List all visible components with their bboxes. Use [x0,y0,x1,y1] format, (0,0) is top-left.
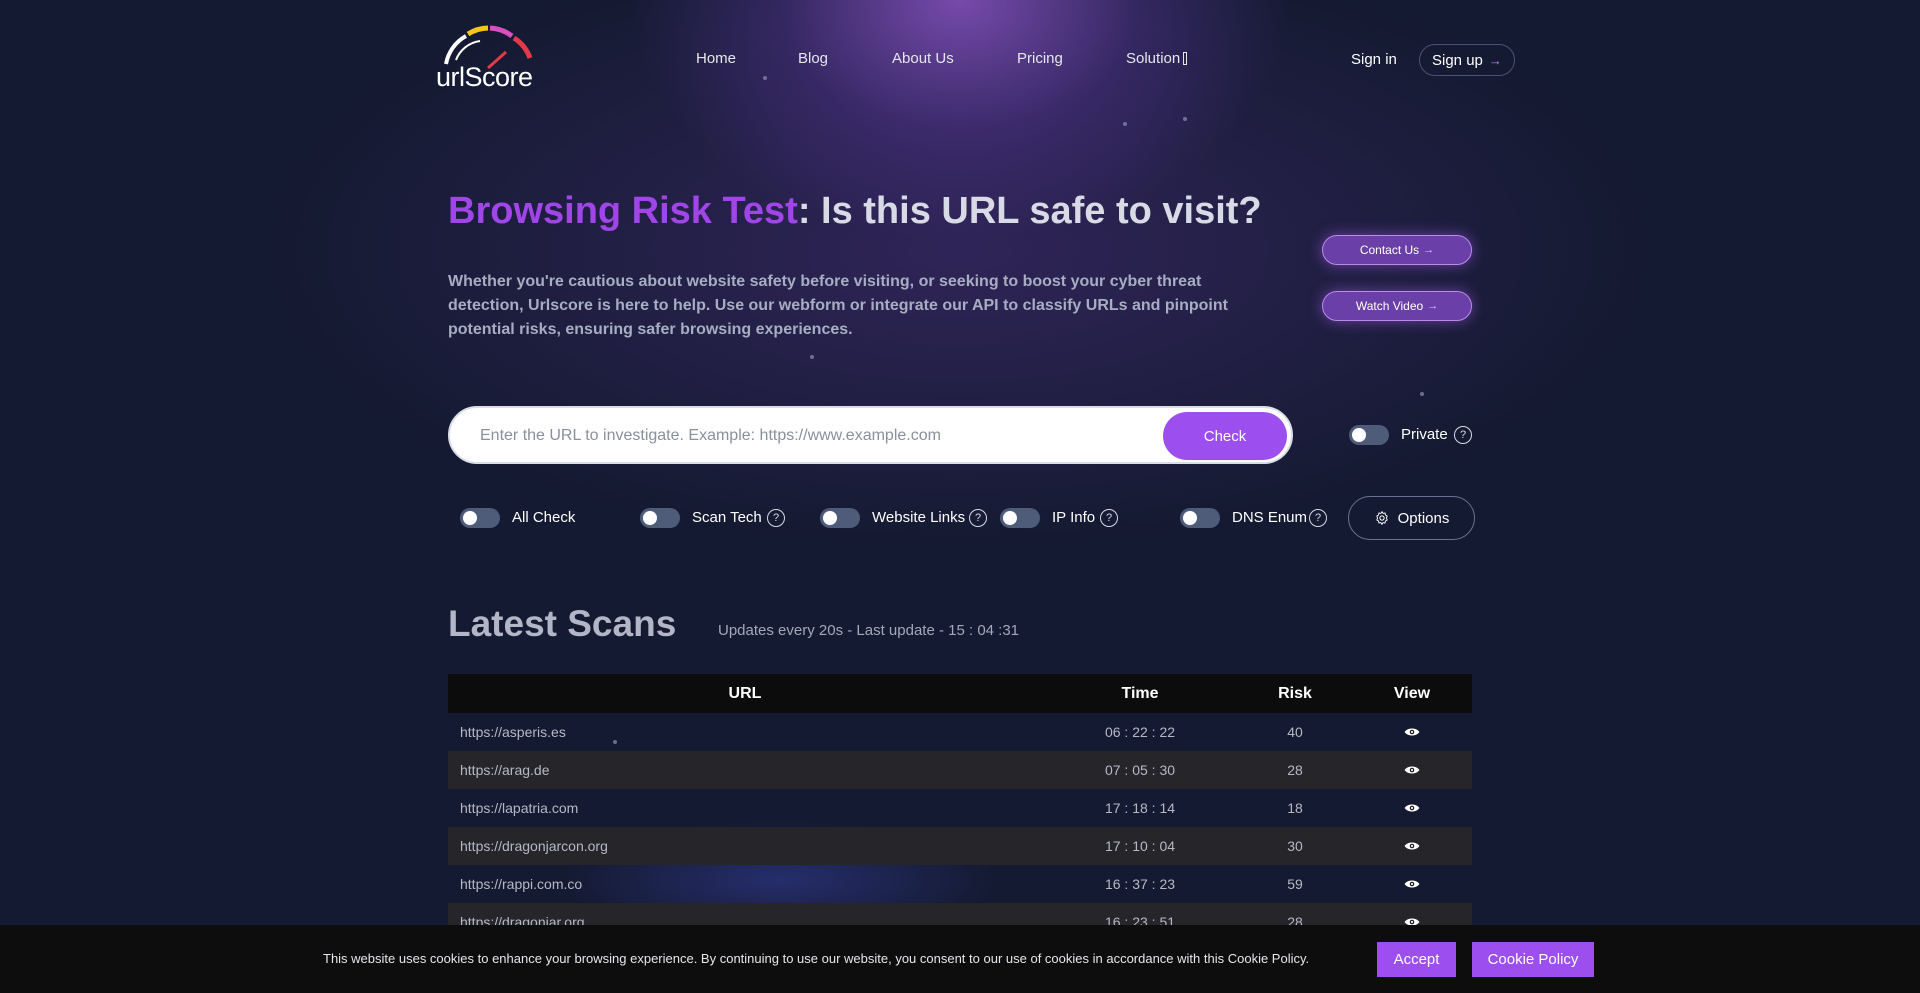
watch-video-label: Watch Video [1355,299,1424,313]
all-check-label: All Check [512,509,576,526]
column-header-url: URL [728,684,762,702]
nav-solution-label: Solution [1126,50,1181,67]
latest-scans-title: Latest Scans [448,603,677,644]
scan-risk: 18 [1287,800,1303,816]
star-dot [1123,122,1127,126]
eye-icon[interactable] [1404,802,1420,814]
view-cell [1352,726,1472,738]
column-header-risk: Risk [1278,684,1312,702]
scan-url[interactable]: https://asperis.es [448,724,1042,740]
table-header: URL Time Risk View [448,674,1472,713]
scan-tech-toggle[interactable] [640,508,680,528]
help-icon[interactable]: ? [767,509,785,527]
signin-link[interactable]: Sign in [1351,51,1397,68]
column-header-time: Time [1121,684,1159,702]
table-row: https://asperis.es 06 : 22 : 22 40 [448,713,1472,751]
view-cell [1352,764,1472,776]
scan-risk: 59 [1287,876,1303,892]
signup-label: Sign up [1432,51,1483,69]
latest-scans-update-status: Updates every 20s - Last update - 15 : 0… [718,622,1020,639]
table-row: https://arag.de 07 : 05 : 30 28 [448,751,1472,789]
dns-enum-toggle[interactable] [1180,508,1220,528]
arrow-right-icon: → [1427,300,1439,312]
all-check-toggle[interactable] [460,508,500,528]
scan-tech-label: Scan Tech [692,509,762,526]
star-dot [810,355,814,359]
options-button[interactable]: Options [1348,496,1475,540]
nav-blog[interactable]: Blog [798,50,828,67]
scan-time: 17 : 10 : 04 [1104,838,1176,854]
scan-time: 17 : 18 : 14 [1104,800,1176,816]
help-icon[interactable]: ? [1100,509,1118,527]
ip-info-label: IP Info [1052,509,1096,526]
private-toggle[interactable] [1349,425,1389,445]
watch-video-button[interactable]: Watch Video → [1322,291,1472,321]
eye-icon[interactable] [1404,726,1420,738]
scan-risk: 28 [1287,762,1303,778]
scan-url[interactable]: https://arag.de [448,762,1042,778]
help-icon[interactable]: ? [969,509,987,527]
view-cell [1352,802,1472,814]
check-button[interactable]: Check [1163,412,1287,460]
cookie-policy-button[interactable]: Cookie Policy [1472,942,1594,977]
options-label: Options [1397,509,1450,527]
table-row: https://lapatria.com 17 : 18 : 14 18 [448,789,1472,827]
scan-risk: 40 [1287,724,1303,740]
gear-icon [1375,511,1388,525]
contact-us-label: Contact Us [1359,243,1420,257]
scan-url[interactable]: https://rappi.com.co [448,876,1042,892]
accept-cookies-button[interactable]: Accept [1377,942,1456,977]
ip-info-toggle[interactable] [1000,508,1040,528]
url-search-input[interactable] [480,423,1130,449]
private-label: Private [1401,426,1448,443]
column-header-view: View [1393,684,1431,702]
eye-icon[interactable] [1404,878,1420,890]
page-title-rest: : Is this URL safe to visit? [797,190,1262,232]
scan-time: 06 : 22 : 22 [1104,724,1176,740]
website-links-label: Website Links [872,509,966,526]
cookie-text: This website uses cookies to enhance you… [323,951,1310,966]
star-dot [1420,392,1424,396]
eye-icon[interactable] [1404,764,1420,776]
dropdown-icon [1183,52,1188,65]
nav-about-us[interactable]: About Us [892,50,954,67]
main-nav: Home Blog About Us Pricing Solution [0,50,1920,72]
scan-time: 16 : 37 : 23 [1104,876,1176,892]
eye-icon[interactable] [1404,840,1420,852]
view-cell [1352,878,1472,890]
nav-home[interactable]: Home [696,50,736,67]
contact-us-button[interactable]: Contact Us → [1322,235,1472,265]
latest-scans-table: URL Time Risk View https://asperis.es 06 … [448,674,1472,941]
cookie-banner: This website uses cookies to enhance you… [0,925,1920,993]
nav-solution[interactable]: Solution [1126,50,1188,67]
star-dot [763,76,767,80]
help-icon[interactable]: ? [1309,509,1327,527]
website-links-toggle[interactable] [820,508,860,528]
table-row: https://dragonjarcon.org 17 : 10 : 04 30 [448,827,1472,865]
scan-time: 07 : 05 : 30 [1104,762,1176,778]
signup-button[interactable]: Sign up → [1419,44,1515,76]
nav-pricing[interactable]: Pricing [1017,50,1063,67]
table-row: https://rappi.com.co 16 : 37 : 23 59 [448,865,1472,903]
view-cell [1352,840,1472,852]
scan-risk: 30 [1287,838,1303,854]
help-icon[interactable]: ? [1454,426,1472,444]
arrow-right-icon: → [1423,244,1435,256]
dns-enum-label: DNS Enum [1232,509,1308,526]
scan-url[interactable]: https://lapatria.com [448,800,1042,816]
page-title: Browsing Risk Test: Is this URL safe to … [448,190,1262,233]
arrow-right-icon: → [1488,52,1502,68]
page-title-highlight: Browsing Risk Test [448,190,798,232]
scan-url[interactable]: https://dragonjarcon.org [448,838,1042,854]
star-dot [1183,117,1187,121]
url-search-form: Check [448,406,1293,464]
hero-description: Whether you're cautious about website sa… [448,273,1228,338]
